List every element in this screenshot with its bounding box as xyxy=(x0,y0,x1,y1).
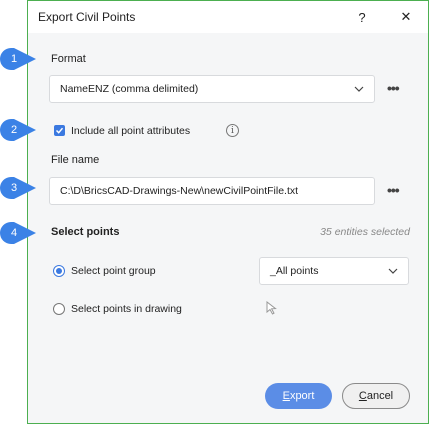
checkmark-icon xyxy=(55,127,64,134)
file-name-input[interactable]: C:\D\BricsCAD-Drawings-New\newCivilPoint… xyxy=(49,177,375,205)
callout-4: 4 xyxy=(0,222,36,244)
format-dropdown[interactable]: NameENZ (comma delimited) xyxy=(49,75,375,103)
callout-2: 2 xyxy=(0,119,36,141)
file-name-label: File name xyxy=(51,154,100,166)
select-point-group-radio[interactable] xyxy=(53,265,65,277)
callout-1: 1 xyxy=(0,48,36,70)
format-value: NameENZ (comma delimited) xyxy=(60,83,199,95)
select-points-heading: Select points xyxy=(51,226,120,238)
point-group-dropdown[interactable]: _All points xyxy=(259,257,409,285)
help-button[interactable]: ? xyxy=(340,1,384,33)
selection-count: 35 entities selected xyxy=(320,226,410,238)
cancel-button-rest: ancel xyxy=(366,390,394,402)
include-attributes-checkbox[interactable] xyxy=(54,125,65,136)
export-civil-points-dialog: Export Civil Points ? ✕ Format NameENZ (… xyxy=(27,0,429,424)
file-name-value: C:\D\BricsCAD-Drawings-New\newCivilPoint… xyxy=(60,185,299,197)
cancel-button[interactable]: Cancel xyxy=(342,383,410,409)
dialog-body: Format NameENZ (comma delimited) ••• Inc… xyxy=(28,33,428,423)
format-more-button[interactable]: ••• xyxy=(387,80,400,96)
dialog-title: Export Civil Points xyxy=(38,10,136,24)
pick-cursor-icon[interactable] xyxy=(265,300,279,318)
export-button-rest: xport xyxy=(289,390,315,402)
close-button[interactable]: ✕ xyxy=(384,1,428,33)
select-point-group-label: Select point group xyxy=(71,265,156,277)
format-label: Format xyxy=(51,53,86,65)
cancel-mnemonic: C xyxy=(358,390,367,402)
info-icon[interactable]: i xyxy=(226,124,239,137)
callout-3: 3 xyxy=(0,177,36,199)
title-bar: Export Civil Points ? ✕ xyxy=(28,1,428,33)
file-browse-button[interactable]: ••• xyxy=(387,182,400,198)
export-mnemonic: E xyxy=(282,390,290,402)
select-in-drawing-label: Select points in drawing xyxy=(71,303,182,315)
include-attributes-label: Include all point attributes xyxy=(71,125,191,137)
select-in-drawing-radio[interactable] xyxy=(53,303,65,315)
point-group-value: _All points xyxy=(270,265,319,277)
chevron-down-icon xyxy=(354,86,364,92)
export-button[interactable]: Export xyxy=(265,383,332,409)
chevron-down-icon xyxy=(388,268,398,274)
